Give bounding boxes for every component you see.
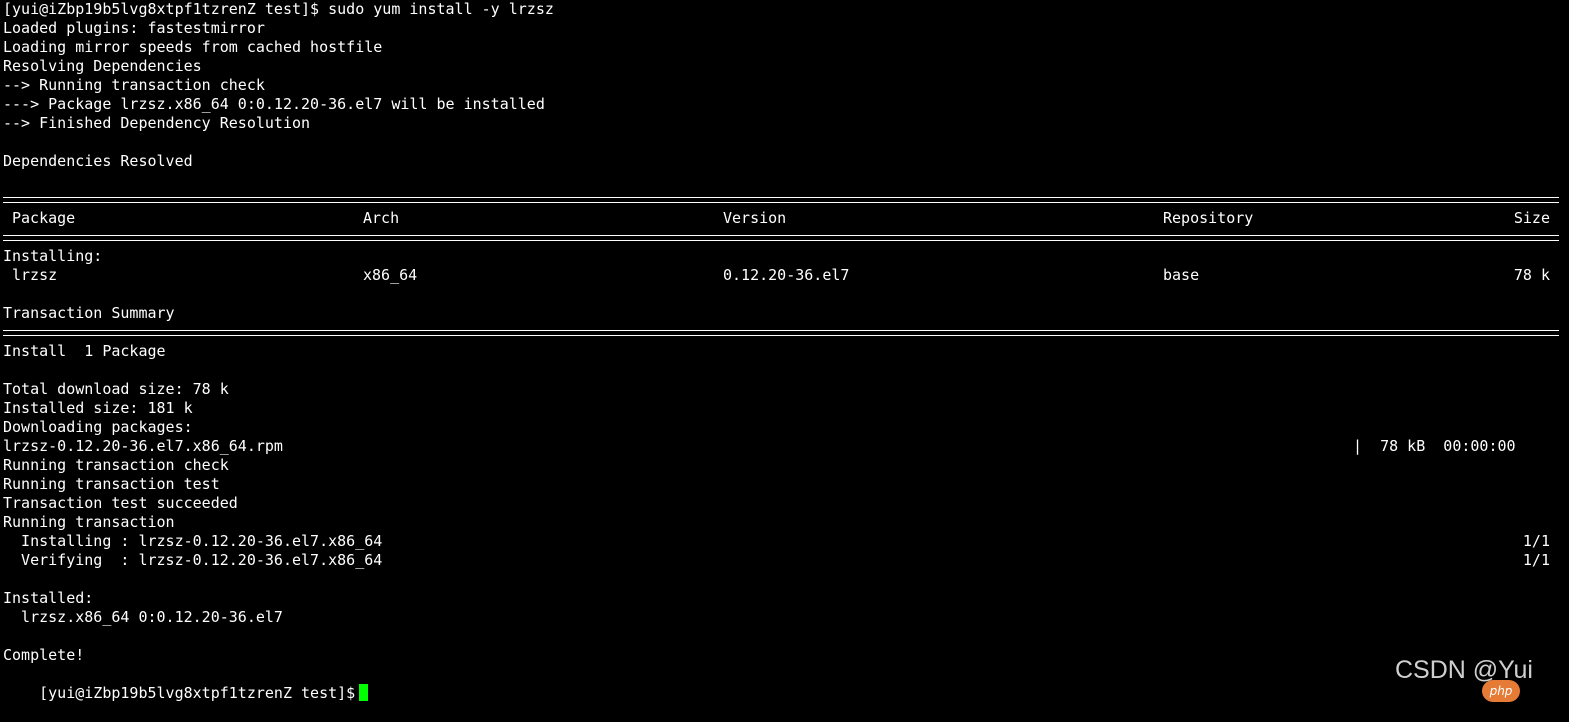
output-line: Running transaction test [3,475,220,493]
rpm-download-line: lrzsz-0.12.20-36.el7.x86_64.rpm | 78 kB … [3,437,1569,456]
table-header-row: Package Arch Version Repository Size [3,209,1569,228]
downloading-label: Downloading packages: [3,418,193,436]
terminal-cursor[interactable] [359,684,369,701]
complete-message: Complete! [3,646,85,664]
header-repository: Repository [1163,209,1254,227]
final-prompt: [yui@iZbp19b5lvg8xtpf1tzrenZ test]$ [39,684,356,702]
header-version: Version [723,209,787,227]
row-version: 0.12.20-36.el7 [723,266,850,284]
output-line: Running transaction [3,513,175,531]
installed-size: Installed size: 181 k [3,399,193,417]
installed-package: lrzsz.x86_64 0:0.12.20-36.el7 [3,608,283,626]
step-line: Installing : lrzsz-0.12.20-36.el7.x86_64… [3,532,1569,551]
table-separator [3,190,1569,209]
installed-label: Installed: [3,589,94,607]
output-line: Loaded plugins: fastestmirror [3,19,265,37]
summary-install: Install 1 Package [3,342,166,360]
output-line: ---> Package lrzsz.x86_64 0:0.12.20-36.e… [3,95,545,113]
row-arch: x86_64 [363,266,418,284]
row-package: lrzsz [12,266,58,284]
header-package: Package [12,209,76,227]
header-arch: Arch [363,209,400,227]
terminal-window[interactable]: [yui@iZbp19b5lvg8xtpf1tzrenZ test]$ sudo… [0,0,1569,702]
step-text: Installing : lrzsz-0.12.20-36.el7.x86_64 [3,532,383,550]
summary-title: Transaction Summary [3,304,175,322]
output-line: Running transaction check [3,456,229,474]
table-separator [3,228,1569,247]
table-separator [3,323,1569,342]
final-prompt-line[interactable]: [yui@iZbp19b5lvg8xtpf1tzrenZ test]$ [3,665,1569,702]
output-line: --> Finished Dependency Resolution [3,114,311,132]
table-row: lrzsz x86_64 0.12.20-36.el7 base 78 k [3,266,1569,285]
output-line: Dependencies Resolved [3,152,193,170]
output-line: Transaction test succeeded [3,494,238,512]
row-repository: base [1163,266,1200,284]
step-count: 1/1 [1522,532,1550,550]
output-line: Resolving Dependencies [3,57,202,75]
header-size: Size [1513,209,1550,227]
rpm-name: lrzsz-0.12.20-36.el7.x86_64.rpm [3,437,283,455]
row-size: 78 k [1513,266,1550,284]
step-text: Verifying : lrzsz-0.12.20-36.el7.x86_64 [3,551,383,569]
command-prompt-line: [yui@iZbp19b5lvg8xtpf1tzrenZ test]$ sudo… [3,0,554,18]
table-section-label: Installing: [3,247,103,265]
step-count: 1/1 [1522,551,1550,569]
step-line: Verifying : lrzsz-0.12.20-36.el7.x86_64 … [3,551,1569,570]
output-line: Loading mirror speeds from cached hostfi… [3,38,383,56]
rpm-progress: | 78 kB 00:00:00 [1353,437,1516,455]
php-badge-icon: php [1482,680,1520,702]
output-line: --> Running transaction check [3,76,265,94]
total-download-size: Total download size: 78 k [3,380,229,398]
